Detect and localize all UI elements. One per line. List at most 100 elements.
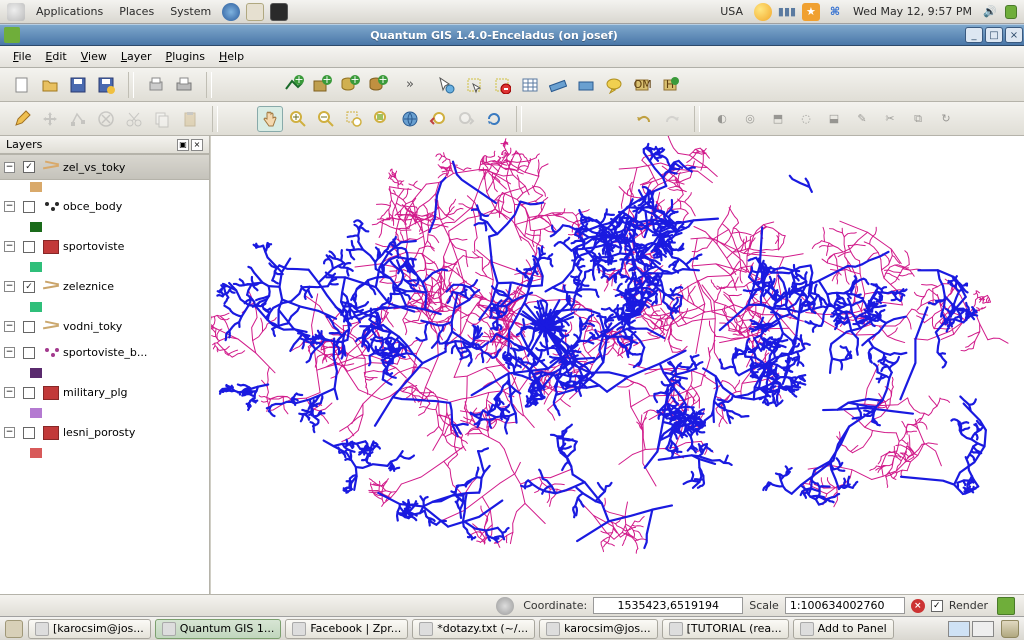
menu-system[interactable]: System [162,5,219,18]
network-icon[interactable]: ▮▮▮ [778,3,796,21]
reshape-button[interactable]: ✎ [849,106,875,132]
layer-row-zel_vs_toky[interactable]: −✓zel_vs_toky [0,154,209,180]
add-ring-button[interactable]: ◎ [737,106,763,132]
terminal-icon[interactable] [270,3,288,21]
tree-toggle[interactable]: − [4,347,15,358]
menu-layer[interactable]: Layer [114,50,159,63]
redo-button[interactable] [659,106,685,132]
save-project-button[interactable] [65,72,91,98]
menu-file[interactable]: File [6,50,38,63]
delete-ring-button[interactable]: ◌ [793,106,819,132]
layer-visibility-checkbox[interactable]: ✓ [23,281,35,293]
attribute-table-button[interactable] [517,72,543,98]
gnome-foot-icon[interactable] [7,3,25,21]
task-5[interactable]: [TUTORIAL (rea... [662,619,789,639]
close-button[interactable]: × [1005,27,1023,43]
layer-visibility-checkbox[interactable] [23,387,35,399]
bluetooth-icon[interactable]: ⌘ [826,3,844,21]
deselect-button[interactable] [489,72,515,98]
paste-button[interactable] [177,106,203,132]
select-button[interactable] [461,72,487,98]
bookmarks-button[interactable]: HOME [629,72,655,98]
layer-row-sportoviste[interactable]: −sportoviste [0,234,209,260]
keyboard-indicator[interactable]: USA [712,5,751,18]
update-icon[interactable]: ★ [802,3,820,21]
layer-row-lesni_porosty[interactable]: −lesni_porosty [0,420,209,446]
show-desktop-icon[interactable] [5,620,23,638]
menu-view[interactable]: View [74,50,114,63]
mail-icon[interactable] [246,3,264,21]
task-0[interactable]: [karocsim@jos... [28,619,151,639]
print-composer-button[interactable] [143,72,169,98]
maximize-button[interactable]: □ [985,27,1003,43]
layers-panel-header[interactable]: Layers ▣ × [0,136,209,154]
layer-row-military_plg[interactable]: −military_plg [0,380,209,406]
add-postgis-layer-button[interactable]: + [337,72,363,98]
zoom-last-button[interactable] [425,106,451,132]
identify-button[interactable] [433,72,459,98]
rotate-button[interactable]: ↻ [933,106,959,132]
menu-help[interactable]: Help [212,50,251,63]
copy-button[interactable] [149,106,175,132]
refresh-button[interactable] [481,106,507,132]
tree-toggle[interactable]: − [4,162,15,173]
map-canvas[interactable] [210,136,1024,594]
tree-toggle[interactable]: − [4,387,15,398]
zoom-out-button[interactable] [313,106,339,132]
volume-icon[interactable]: 🔊 [981,3,999,21]
minimize-button[interactable]: _ [965,27,983,43]
battery-icon[interactable] [1005,5,1017,19]
zoom-next-button[interactable] [453,106,479,132]
tree-toggle[interactable]: − [4,281,15,292]
layers-tree[interactable]: −✓zel_vs_toky −obce_body −sportoviste −✓zel… [0,154,209,594]
split-button[interactable]: ✂ [877,106,903,132]
layer-row-vodni_toky[interactable]: −vodni_toky [0,314,209,340]
save-as-button[interactable] [93,72,119,98]
print-button[interactable] [171,72,197,98]
menu-edit[interactable]: Edit [38,50,73,63]
layer-row-zeleznice[interactable]: −✓zeleznice [0,274,209,300]
task-6[interactable]: Add to Panel [793,619,894,639]
map-tips-button[interactable] [601,72,627,98]
layer-visibility-checkbox[interactable] [23,201,35,213]
layer-visibility-checkbox[interactable] [23,347,35,359]
pan-button[interactable] [257,106,283,132]
workspace-1[interactable] [948,621,970,637]
zoom-full-button[interactable] [397,106,423,132]
delete-part-button[interactable]: ⬓ [821,106,847,132]
task-4[interactable]: karocsim@jos... [539,619,658,639]
zoom-in-button[interactable] [285,106,311,132]
detach-panel-icon[interactable]: ▣ [177,139,189,151]
add-vector-layer-button[interactable]: + [281,72,307,98]
undo-button[interactable] [631,106,657,132]
layer-visibility-checkbox[interactable]: ✓ [23,161,35,173]
layer-visibility-checkbox[interactable] [23,321,35,333]
workspace-switcher[interactable] [944,621,998,637]
delete-selected-button[interactable] [93,106,119,132]
layer-row-obce_body[interactable]: −obce_body [0,194,209,220]
tree-toggle[interactable]: − [4,427,15,438]
task-2[interactable]: Facebook | Zpr... [285,619,408,639]
tree-toggle[interactable]: − [4,201,15,212]
weather-icon[interactable] [754,3,772,21]
node-tool-button[interactable] [65,106,91,132]
layer-row-sportoviste_b...[interactable]: −sportoviste_b... [0,340,209,366]
measure-area-button[interactable] [573,72,599,98]
zoom-layer-button[interactable] [369,106,395,132]
add-spatialite-layer-button[interactable]: + [365,72,391,98]
add-part-button[interactable]: ⬒ [765,106,791,132]
browser-icon[interactable] [222,3,240,21]
workspace-2[interactable] [972,621,994,637]
cut-button[interactable] [121,106,147,132]
add-raster-layer-button[interactable]: + [309,72,335,98]
layer-visibility-checkbox[interactable] [23,427,35,439]
menu-places[interactable]: Places [111,5,162,18]
open-project-button[interactable] [37,72,63,98]
tree-toggle[interactable]: − [4,241,15,252]
simplify-button[interactable]: ◐ [709,106,735,132]
menu-plugins[interactable]: Plugins [159,50,212,63]
task-3[interactable]: *dotazy.txt (~/... [412,619,535,639]
measure-line-button[interactable] [545,72,571,98]
layer-visibility-checkbox[interactable] [23,241,35,253]
trash-icon[interactable] [1001,620,1019,638]
